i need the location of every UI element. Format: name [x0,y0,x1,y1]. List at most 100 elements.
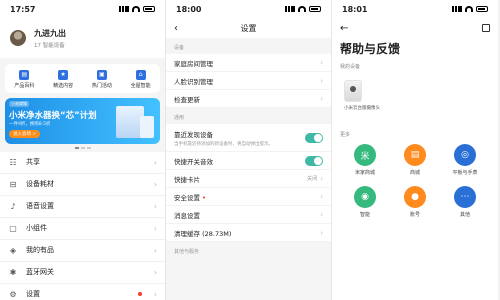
row-label: 快捷开关音效 [174,157,213,166]
row-label: 人脸识别管理 [174,77,213,86]
menu-item-voice[interactable]: ♪ 语音设置 › [0,196,165,218]
grid-label: 商城 [409,170,420,176]
menu-label: 设备耗材 [26,180,54,188]
shortcut-label: 热门活动 [91,83,112,89]
book-icon: ▤ [19,70,30,80]
banner-subtitle: 一件9折，换购8.5折 [9,122,51,127]
message-icon[interactable] [482,24,490,32]
profile-screen: 17:57 九进九出 17 智能设备 ▤ 产品百科 ★ 精选内容 ▣ 热门活动 ⌂ 全屋… [0,0,166,300]
menu-label: 蓝牙网关 [26,268,54,276]
chevron-right-icon: › [153,289,157,299]
battery-icon [309,6,321,12]
wifi-icon [132,6,140,12]
grid-item[interactable]: ◎ 平板与手表 [440,144,490,176]
nav-bar: ‹ 设置 [166,18,331,38]
status-bar: 18:01 [332,0,498,18]
home-icon: ⌂ [135,70,146,80]
menu-item-youpin[interactable]: ◈ 我的有品 › [0,240,165,262]
back-icon[interactable]: ‹ [174,23,178,34]
shortcut-label: 全屋智能 [130,83,151,89]
device-card[interactable]: 小米云台版摄像头 [332,74,498,117]
settings-screen: 18:00 ‹ 设置 设备 家庭房间管理 › 人脸识别管理 › 检查更新 › 通用 靠… [166,0,332,300]
grid-item[interactable]: ◉ 智能 [340,186,390,218]
discover-toggle[interactable] [305,132,323,143]
mic-icon: ♪ [10,201,16,211]
help-screen: 18:01 ← 帮助与反馈 我的设备 小米云台版摄像头 更多 米米家商城 ▤ 商城… [332,0,498,300]
banner-tag: 小米商城 [9,101,29,107]
battery-icon [476,6,488,12]
settings-row-update[interactable]: 检查更新 › [166,90,331,108]
shortcut-item[interactable]: ★ 精选内容 [53,70,73,89]
share-icon: ☷ [9,157,17,167]
grid-item[interactable]: 米米家商城 [340,144,390,176]
chevron-right-icon: › [320,210,323,219]
avatar[interactable] [10,30,26,46]
settings-row-security[interactable]: 安全设置 • › [166,188,331,206]
grid-label: 其他 [459,212,470,218]
row-label: 快捷卡片 [174,175,200,184]
chevron-right-icon: › [153,267,157,277]
menu-item-bluetooth[interactable]: ✱ 蓝牙网关 › [0,262,165,284]
chevron-right-icon: › [153,157,157,167]
grid-item[interactable]: ▤ 商城 [390,144,440,176]
row-value: 关闭 [307,176,318,182]
settings-row-messages[interactable]: 消息设置 › [166,206,331,224]
shortcut-item[interactable]: ▤ 产品百科 [14,70,34,89]
carousel-dots [0,147,165,149]
shortcut-label: 产品百科 [14,83,35,89]
consumables-icon: ⊟ [9,179,17,189]
menu-item-widget[interactable]: ▢ 小组件 › [0,218,165,240]
settings-row-card[interactable]: 快捷卡片 关闭 › [166,170,331,188]
menu-label: 共享 [26,158,40,166]
device-name: 小米云台版摄像头 [344,106,380,111]
chevron-right-icon: › [320,192,323,201]
row-label: 清理缓存 (28.73M) [174,229,232,238]
row-label: 家庭房间管理 [174,59,213,68]
shop-icon: ◈ [9,245,17,255]
screenshot-composite: 17:57 九进九出 17 智能设备 ▤ 产品百科 ★ 精选内容 ▣ 热门活动 ⌂ 全屋… [0,0,500,300]
status-icons [119,6,155,12]
banner-title: 小米净水器换“芯”计划 [9,111,97,121]
shortcut-item[interactable]: ⌂ 全屋智能 [131,70,151,89]
back-arrow-icon[interactable]: ← [340,23,348,34]
wifi-icon [298,6,306,12]
help-grid: 米米家商城 ▤ 商城 ◎ 平板与手表 ◉ 智能 ● 账号 ⋯ 其他 [332,144,498,218]
profile-header[interactable]: 九进九出 17 智能设备 [0,18,165,58]
menu-label: 设置 [26,290,40,298]
profile-subtitle: 17 智能设备 [34,42,65,49]
product-image [140,116,154,138]
shortcut-bar: ▤ 产品百科 ★ 精选内容 ▣ 热门活动 ⌂ 全屋智能 [5,64,160,93]
status-time: 18:01 [342,4,368,14]
promo-banner[interactable]: 小米商城 小米净水器换“芯”计划 一件9折，换购8.5折 进入会场 > [5,98,160,144]
section-header: 通用 [174,115,185,121]
section-header: 我的设备 [340,64,361,70]
menu-list: ☷ 共享 › ⊟ 设备耗材 › ♪ 语音设置 › ▢ 小组件 › ◈ 我的有品 › ✱ 蓝牙网关 › ⚙… [0,151,165,300]
sound-toggle[interactable] [305,155,323,166]
tablet-icon: ◎ [454,144,476,166]
settings-row-face[interactable]: 人脸识别管理 › [166,72,331,90]
settings-row-discover[interactable]: 靠近发现设备 当手机靠近待添加的新设备时，将自动弹出提示。 [166,124,331,152]
banner-cta-button[interactable]: 进入会场 > [9,130,41,138]
chevron-right-icon: › [153,223,157,233]
shortcut-item[interactable]: ▣ 热门活动 [92,70,112,89]
chevron-right-icon: › [320,228,323,237]
settings-row-sound[interactable]: 快捷开关音效 [166,152,331,170]
battery-icon [143,6,155,12]
grid-item[interactable]: ● 账号 [390,186,440,218]
settings-row-cache[interactable]: 清理缓存 (28.73M) › [166,224,331,242]
status-bar: 18:00 [166,0,331,18]
mijia-icon: 米 [354,144,376,166]
menu-item-share[interactable]: ☷ 共享 › [0,152,165,174]
menu-label: 小组件 [26,224,47,232]
chevron-right-icon: › [153,245,157,255]
menu-item-settings[interactable]: ⚙ 设置 › [0,284,165,300]
menu-item-consumables[interactable]: ⊟ 设备耗材 › [0,174,165,196]
status-time: 18:00 [176,4,202,14]
row-label: 靠近发现设备 [174,130,213,139]
grid-item[interactable]: ⋯ 其他 [440,186,490,218]
cart-icon: ▤ [404,144,426,166]
settings-row-rooms[interactable]: 家庭房间管理 › [166,54,331,72]
signal-icon [452,6,462,12]
chevron-right-icon: › [320,94,323,103]
row-label: 检查更新 [174,95,200,104]
